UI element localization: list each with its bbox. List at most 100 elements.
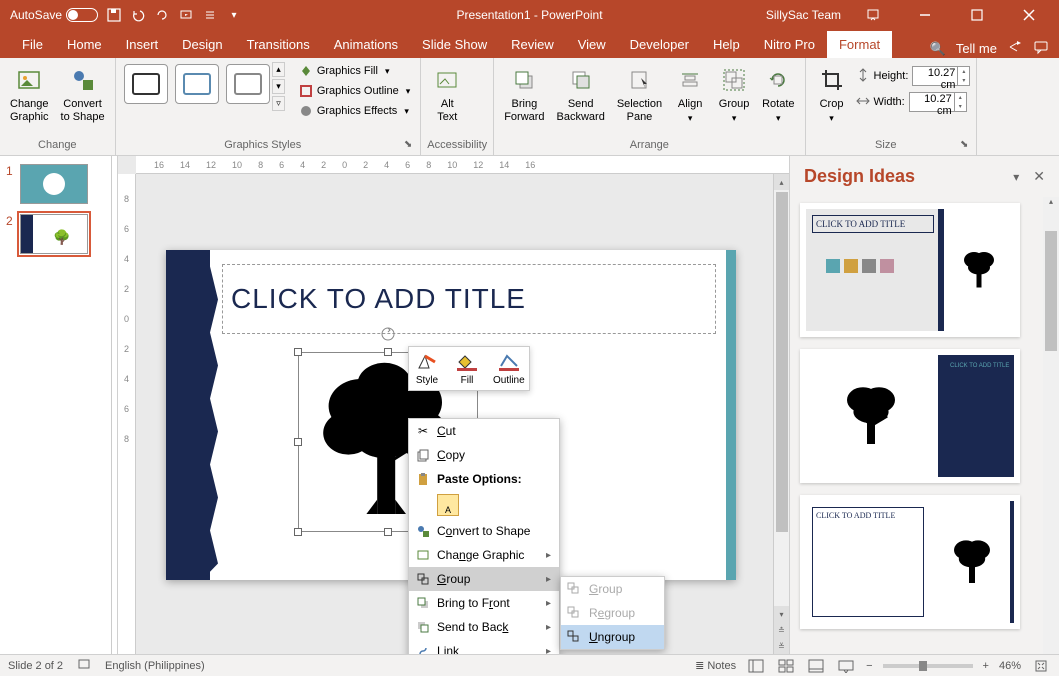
- design-pane-dropdown-icon[interactable]: ▾: [1013, 170, 1019, 184]
- ribbon-tabs: File Home Insert Design Transitions Anim…: [0, 30, 1059, 58]
- qat-customize-icon[interactable]: ▾: [226, 7, 242, 23]
- tab-file[interactable]: File: [10, 31, 55, 58]
- share-icon[interactable]: [1007, 39, 1023, 58]
- normal-view-icon[interactable]: [746, 658, 766, 674]
- tab-animations[interactable]: Animations: [322, 31, 410, 58]
- design-idea-1[interactable]: CLICK TO ADD TITLE: [800, 203, 1020, 337]
- ctx-change-graphic[interactable]: Change Graphic▸: [409, 543, 559, 567]
- width-input[interactable]: 10.27 cm▴▾: [909, 92, 967, 112]
- spellcheck-icon[interactable]: [77, 657, 91, 674]
- design-pane-close-icon[interactable]: ✕: [1033, 168, 1045, 185]
- tab-nitro[interactable]: Nitro Pro: [752, 31, 827, 58]
- ctx-convert-shape[interactable]: Convert to Shape: [409, 519, 559, 543]
- sorter-view-icon[interactable]: [776, 658, 796, 674]
- rotate-handle-icon[interactable]: [380, 326, 396, 342]
- close-icon[interactable]: [1009, 0, 1049, 30]
- tab-home[interactable]: Home: [55, 31, 114, 58]
- slideshow-view-icon[interactable]: [836, 658, 856, 674]
- comments-icon[interactable]: [1033, 39, 1049, 58]
- ruler-vertical: 864202468: [118, 174, 136, 654]
- language-indicator[interactable]: English (Philippines): [105, 660, 205, 672]
- height-input[interactable]: 10.27 cm▴▾: [912, 66, 970, 86]
- style-gallery-more-icon[interactable]: ▿: [272, 96, 285, 111]
- align-icon: [674, 64, 706, 96]
- tab-view[interactable]: View: [566, 31, 618, 58]
- bring-forward-button[interactable]: Bring Forward: [500, 62, 548, 126]
- reading-view-icon[interactable]: [806, 658, 826, 674]
- graphics-fill-button[interactable]: Graphics Fill▾: [295, 62, 414, 80]
- group-arrange-label: Arrange: [500, 137, 798, 153]
- crop-button[interactable]: Crop▾: [812, 62, 852, 126]
- redo-icon[interactable]: [154, 7, 170, 23]
- tab-transitions[interactable]: Transitions: [235, 31, 322, 58]
- canvas-area[interactable]: 1614121086420246810121416 864202468 CLIC…: [118, 156, 789, 654]
- tab-review[interactable]: Review: [499, 31, 566, 58]
- ctx-group[interactable]: Group▸: [409, 567, 559, 591]
- change-graphic-button[interactable]: Change Graphic: [6, 62, 53, 126]
- tab-format[interactable]: Format: [827, 31, 892, 58]
- zoom-slider[interactable]: [883, 664, 973, 668]
- zoom-out-icon[interactable]: −: [866, 660, 872, 672]
- width-icon: [856, 94, 870, 111]
- group-styles-label: Graphics Styles⬊: [122, 137, 415, 153]
- autosave-toggle[interactable]: AutoSave: [10, 8, 98, 22]
- presentation-icon[interactable]: [178, 7, 194, 23]
- tab-developer[interactable]: Developer: [618, 31, 701, 58]
- design-idea-3[interactable]: CLICK TO ADD TITLE: [800, 495, 1020, 629]
- maximize-icon[interactable]: [957, 0, 997, 30]
- fit-to-window-icon[interactable]: [1031, 658, 1051, 674]
- zoom-in-icon[interactable]: +: [983, 660, 989, 672]
- slide-thumb-2[interactable]: 🌳: [20, 214, 88, 254]
- style-thumb-2[interactable]: [175, 64, 219, 104]
- design-idea-2[interactable]: CLICK TO ADD TITLE: [800, 349, 1020, 483]
- style-gallery-down-icon[interactable]: ▾: [272, 79, 285, 94]
- zoom-level[interactable]: 46%: [999, 660, 1021, 672]
- style-thumb-1[interactable]: [124, 64, 168, 104]
- alt-text-button[interactable]: Alt Text: [427, 62, 467, 126]
- tab-slideshow[interactable]: Slide Show: [410, 31, 499, 58]
- minimize-icon[interactable]: [905, 0, 945, 30]
- style-gallery-up-icon[interactable]: ▴: [272, 62, 285, 77]
- group-button[interactable]: Group▾: [714, 62, 754, 126]
- size-dialog-launcher-icon[interactable]: ⬊: [960, 139, 968, 150]
- ctx-send-back[interactable]: Send to Back▸: [409, 615, 559, 639]
- ctx-cut[interactable]: ✂Cut: [409, 419, 559, 443]
- convert-to-shape-button[interactable]: Convert to Shape: [57, 62, 109, 126]
- slide-thumb-1[interactable]: [20, 164, 88, 204]
- style-thumb-3[interactable]: [226, 64, 270, 104]
- ctx-bring-front[interactable]: Bring to Front▸: [409, 591, 559, 615]
- ruler-horizontal: 1614121086420246810121416: [136, 156, 789, 174]
- graphics-outline-button[interactable]: Graphics Outline▾: [295, 82, 414, 100]
- title-placeholder[interactable]: CLICK TO ADD TITLE: [222, 264, 716, 334]
- notes-button[interactable]: ≣ Notes: [695, 659, 736, 672]
- mini-outline-button[interactable]: Outline: [493, 351, 525, 386]
- design-scrollbar[interactable]: ▴: [1043, 197, 1059, 654]
- styles-dialog-launcher-icon[interactable]: ⬊: [404, 139, 412, 150]
- rotate-button[interactable]: Rotate▾: [758, 62, 798, 126]
- list-icon[interactable]: [202, 7, 218, 23]
- save-icon[interactable]: [106, 7, 122, 23]
- alt-text-icon: [431, 64, 463, 96]
- search-icon[interactable]: 🔍: [930, 41, 946, 57]
- ctx-copy[interactable]: Copy: [409, 443, 559, 467]
- vertical-scrollbar[interactable]: ▴ ▾ ≛ ≚: [773, 174, 789, 654]
- graphics-effects-button[interactable]: Graphics Effects▾: [295, 102, 414, 120]
- mini-fill-button[interactable]: Fill: [453, 351, 481, 386]
- change-icon: [415, 547, 431, 563]
- ctx-paste-as-picture[interactable]: A: [409, 491, 559, 519]
- mini-style-button[interactable]: Style: [413, 351, 441, 386]
- tell-me[interactable]: Tell me: [956, 41, 997, 56]
- account-name[interactable]: SillySac Team: [766, 8, 841, 22]
- ribbon-options-icon[interactable]: [853, 0, 893, 30]
- tab-insert[interactable]: Insert: [114, 31, 171, 58]
- selection-pane-button[interactable]: Selection Pane: [613, 62, 666, 126]
- tab-design[interactable]: Design: [170, 31, 234, 58]
- send-backward-button[interactable]: Send Backward: [553, 62, 609, 126]
- sub-ungroup[interactable]: Ungroup: [561, 625, 664, 649]
- group-change-label: Change: [6, 137, 109, 153]
- slide-counter[interactable]: Slide 2 of 2: [8, 660, 63, 672]
- align-button[interactable]: Align▾: [670, 62, 710, 126]
- undo-icon[interactable]: [130, 7, 146, 23]
- tab-help[interactable]: Help: [701, 31, 752, 58]
- ctx-link[interactable]: Link▸: [409, 639, 559, 654]
